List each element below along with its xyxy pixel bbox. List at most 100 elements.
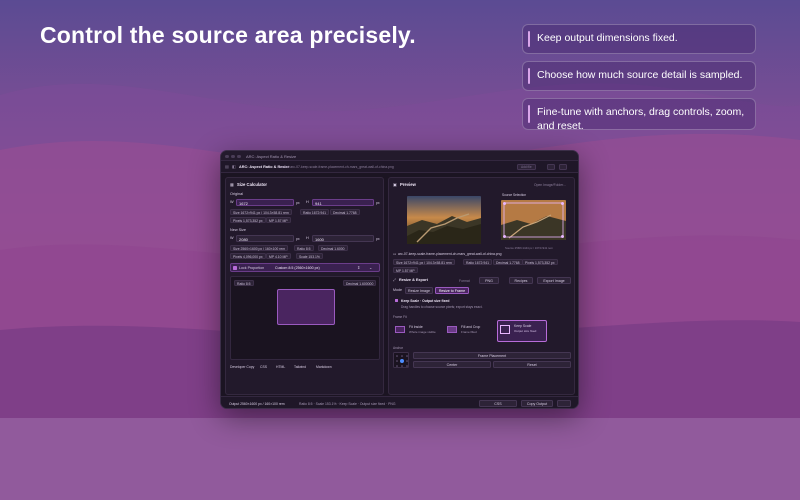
orig-width-unit: px <box>296 200 300 205</box>
recipes-button[interactable]: Recipes <box>509 277 533 284</box>
new-mp-chip: MP 4.10 MP <box>266 253 291 259</box>
orig-height-unit: px <box>376 200 380 205</box>
ratio-tag: Ratio 8:5 <box>234 280 254 286</box>
source-selection-image[interactable] <box>501 200 566 240</box>
new-decimal-chip: Decimal 1.6000 <box>318 245 348 251</box>
copy-output-button[interactable]: Copy Output <box>521 400 553 407</box>
new-ratio-chip: Ratio 8:5 <box>294 245 314 251</box>
tab-resize-image[interactable]: Resize Image <box>405 287 433 294</box>
export-image-button[interactable]: Export Image <box>537 277 571 284</box>
preview-size-chip: Size 1672×941 px / 104.3×58.81 rem <box>393 259 455 265</box>
orig-height-label: H <box>306 200 309 204</box>
orig-size-chip: Size 1672×941 px / 104.3×58.81 rem <box>230 209 292 215</box>
callout-source-detail: Choose how much source detail is sampled… <box>522 61 756 91</box>
app-window: ARC: Aspect Ratio & Resize ▤ ◧ ARC: Aspe… <box>220 150 579 409</box>
lock-checkbox[interactable] <box>233 266 237 270</box>
orig-width-label: W <box>230 200 234 204</box>
original-label: Original <box>230 192 244 196</box>
frame-fit-label: Frame Fit <box>393 315 407 319</box>
orig-height-field[interactable]: 941 <box>312 199 374 206</box>
keep-scale-option-icon <box>500 325 510 334</box>
orig-mp-chip: MP 1.57 MP <box>266 217 291 223</box>
resize-export-title: Resize & Export <box>399 278 428 282</box>
anchor-grid[interactable] <box>393 352 409 368</box>
ratio-stepper-icon[interactable]: ⇕ <box>357 265 360 270</box>
size-calculator-title: Size Calculator <box>237 182 268 187</box>
frame-placement-button[interactable]: Frame Placement <box>413 352 571 359</box>
fill-crop-title: Fill and Crop <box>461 325 481 329</box>
status-bar: Output 2560×1600 px / 160×100 rem Ratio … <box>221 396 578 408</box>
settings-button[interactable] <box>559 163 567 170</box>
preview-ratio-chip: Ratio 1672:941 <box>463 259 492 265</box>
preview-mp-chip: MP 1.57 MP <box>393 267 418 273</box>
open-image-button[interactable]: Open Image/Folder... <box>534 183 566 187</box>
developer-copy-label: Developer Copy <box>230 365 255 369</box>
format-label: Format <box>459 278 470 283</box>
fill-crop-option[interactable]: Fill and Crop Frame filled <box>445 321 495 341</box>
new-height-field[interactable]: 1600 <box>312 235 374 242</box>
keep-scale-icon <box>395 299 398 302</box>
copy-options-button[interactable] <box>557 400 571 407</box>
orig-pixels-chip: Pixels 1,573,352 px <box>230 217 266 223</box>
fill-crop-sub: Frame filled <box>461 330 477 334</box>
handle-top-right[interactable] <box>561 202 564 205</box>
title-bar: ARC: Aspect Ratio & Resize <box>221 151 578 161</box>
source-meta: Source 2568×1444 px / 1672×941 rem <box>505 246 553 250</box>
handle-top-left[interactable] <box>503 202 506 205</box>
decimal-tag: Decimal 1.600000 <box>343 280 377 286</box>
file-name: arc-07-keep-scale-frame-placement-ch-mar… <box>398 252 502 256</box>
ratio-rectangle <box>277 289 335 325</box>
sidebar-toggle-icon[interactable]: ▤ <box>225 164 229 169</box>
handle-bottom-right[interactable] <box>561 235 564 238</box>
copy-css-link[interactable]: CSS <box>260 365 267 369</box>
resize-icon: ⤢ <box>393 278 396 282</box>
ratio-preview-box: Ratio 8:5 Decimal 1.600000 <box>230 276 380 360</box>
center-button[interactable]: Center <box>413 361 491 368</box>
close-window-icon[interactable] <box>225 154 229 158</box>
new-size-label: New Size <box>230 228 247 232</box>
fit-inside-icon <box>395 326 405 333</box>
new-pixels-chip: Pixels 4,096,000 px <box>230 253 266 259</box>
handle-bottom-left[interactable] <box>503 235 506 238</box>
reset-button[interactable]: Reset <box>493 361 571 368</box>
lock-proportion-label: Lock Proportion <box>239 265 265 270</box>
file-icon: ▭ <box>393 252 397 256</box>
share-button[interactable] <box>547 163 555 170</box>
keep-scale-title: Keep Scale · Output size fixed <box>401 299 450 303</box>
fit-inside-title: Fit Inside <box>409 325 423 329</box>
great-wall-image <box>407 196 481 244</box>
loaded-file-status: Loaded arc-07-keep-scale-frame-placement… <box>278 164 394 169</box>
keep-scale-desc: Drag handles to choose source pixels; ex… <box>401 304 483 309</box>
window-title: ARC: Aspect Ratio & Resize <box>246 153 297 159</box>
anchor-label: Anchor <box>393 346 404 350</box>
minimize-window-icon[interactable] <box>231 154 235 158</box>
ratio-menu-icon[interactable]: ⌄ <box>369 265 372 270</box>
add-file-button[interactable]: Add file <box>517 163 536 170</box>
callout-fixed-output: Keep output dimensions fixed. <box>522 24 756 54</box>
preview-pixels-chip: Pixels 1,573,352 px <box>522 259 558 265</box>
output-size-status: Output 2560×1600 px / 160×100 rem <box>229 401 285 406</box>
keep-scale-info: Keep Scale · Output size fixed Drag hand… <box>393 298 571 312</box>
fit-inside-option[interactable]: Fit Inside Whole image visible <box>393 321 443 341</box>
orig-width-field[interactable]: 1672 <box>236 199 294 206</box>
app-icon: ◧ <box>232 164 236 169</box>
copy-html-link[interactable]: HTML <box>276 365 285 369</box>
fill-crop-icon <box>447 326 457 333</box>
keep-scale-option[interactable]: Keep Scale Output size fixed <box>497 320 547 342</box>
source-thumbnail <box>501 200 566 240</box>
custom-ratio-select[interactable]: Custom 8:5 (2560×1600 px) <box>275 266 320 270</box>
tab-resize-to-frame[interactable]: Resize to Frame <box>435 287 469 294</box>
copy-markdown-link[interactable]: Markdown <box>316 365 332 369</box>
preview-image <box>407 196 481 244</box>
new-scale-chip: Scale 153.1% <box>296 253 323 259</box>
new-width-field[interactable]: 2080 <box>236 235 294 242</box>
format-select[interactable]: PNG <box>479 277 499 284</box>
callout-fine-tune: Fine-tune with anchors, drag controls, z… <box>522 98 756 132</box>
zoom-window-icon[interactable] <box>237 154 241 158</box>
copy-tailwind-link[interactable]: Tailwind <box>294 365 306 369</box>
hero-title: Control the source area precisely. <box>40 22 416 48</box>
size-calculator-panel: ▦ Size Calculator Original W 1672 px H 9… <box>225 177 384 395</box>
preview-decimal-chip: Decimal 1.7768 <box>493 259 523 265</box>
copy-format-select[interactable]: CSS <box>479 400 517 407</box>
calculator-icon: ▦ <box>230 182 234 187</box>
